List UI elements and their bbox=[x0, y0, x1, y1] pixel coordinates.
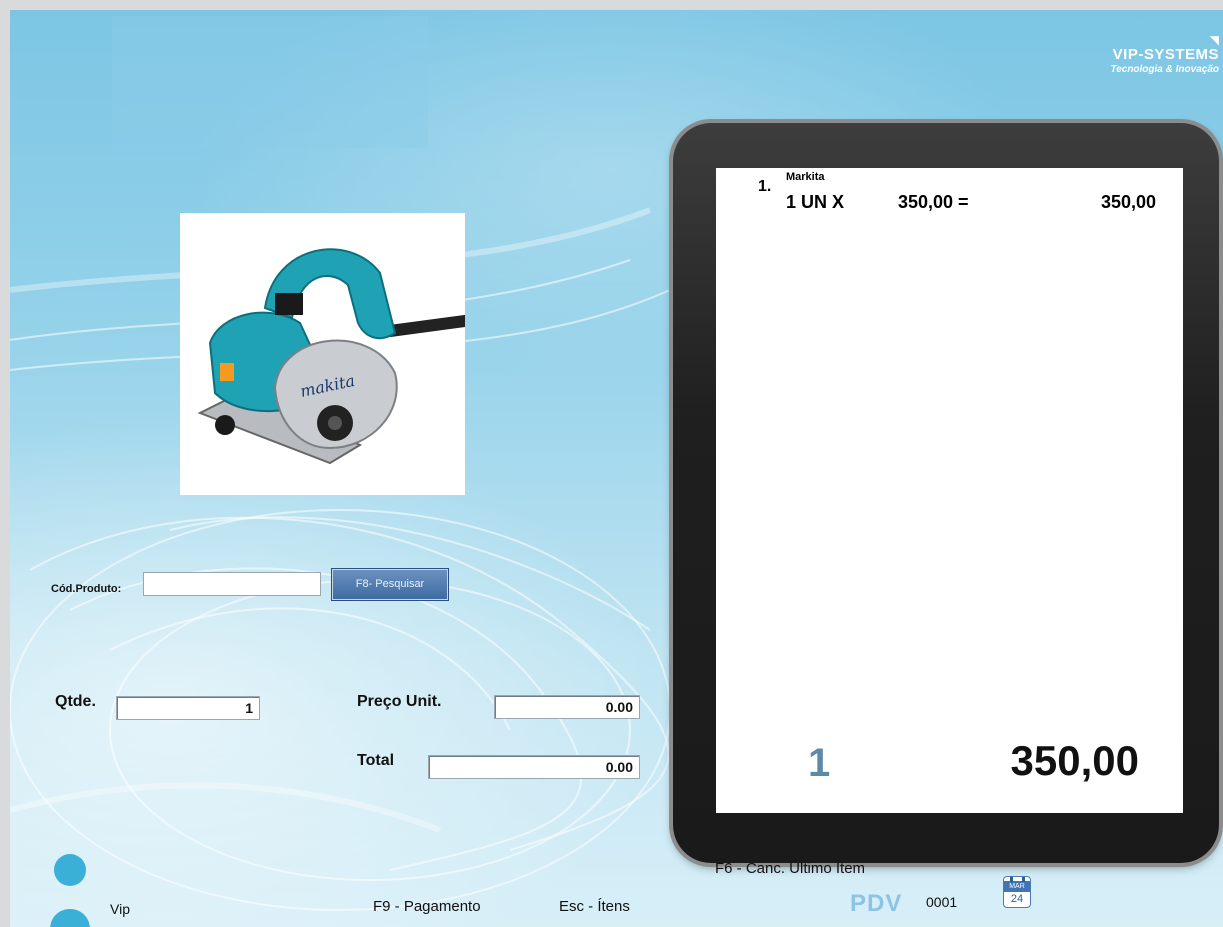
pdv-number: 0001 bbox=[926, 894, 958, 910]
calendar-icon: MAR 24 bbox=[1003, 876, 1031, 908]
user-name: Vip bbox=[110, 901, 130, 917]
total-field[interactable]: 0.00 bbox=[428, 755, 640, 779]
header-panel bbox=[112, 16, 428, 148]
logo-name: VIP-SYSTEMS bbox=[1112, 46, 1219, 63]
logo-tagline: Tecnologia & Inovação bbox=[1110, 64, 1219, 75]
product-code-input[interactable] bbox=[143, 572, 321, 596]
search-button[interactable]: F8- Pesquisar bbox=[331, 568, 449, 601]
item-name: Markita bbox=[786, 171, 825, 183]
quantity-field[interactable]: 1 bbox=[116, 696, 260, 720]
item-number: 1. bbox=[758, 178, 772, 195]
pos-screen: ◥ VIP-SYSTEMS Tecnologia & Inovação maki… bbox=[10, 10, 1223, 927]
calendar-day: 24 bbox=[1010, 893, 1024, 905]
total-label: Total bbox=[357, 752, 395, 769]
receipt-panel: 1. Markita 1 UN X 350,00 = 350,00 1 350,… bbox=[716, 168, 1183, 813]
item-unit-price: 350,00 = bbox=[898, 192, 969, 212]
signal-icon: ◥ bbox=[1209, 33, 1219, 47]
calendar-rings bbox=[1010, 877, 1025, 882]
vip-systems-logo: ◥ VIP-SYSTEMS Tecnologia & Inovação bbox=[1110, 34, 1219, 75]
grand-total: 350,00 bbox=[1010, 737, 1139, 784]
pdv-label: PDV bbox=[850, 890, 903, 917]
receipt-tablet-frame: 1. Markita 1 UN X 350,00 = 350,00 1 350,… bbox=[673, 123, 1219, 863]
product-image: makita bbox=[180, 213, 471, 495]
cancel-last-item-hint: F6 - Canc. Último Ítem bbox=[715, 860, 866, 877]
items-shortcut-hint: Esc - Ítens bbox=[559, 898, 630, 915]
product-code-label: Cód.Produto: bbox=[51, 583, 122, 595]
circular-saw-icon: makita bbox=[197, 248, 471, 465]
calendar-month: MAR bbox=[1004, 881, 1030, 892]
item-line-total: 350,00 bbox=[1100, 192, 1156, 212]
items-count: 1 bbox=[808, 741, 831, 785]
quantity-label: Qtde. bbox=[55, 693, 96, 710]
user-avatar-icon bbox=[50, 854, 90, 927]
unit-price-label: Preço Unit. bbox=[357, 693, 442, 710]
payment-shortcut-hint: F9 - Pagamento bbox=[373, 898, 481, 915]
item-qty: 1 UN X bbox=[786, 192, 845, 212]
unit-price-field[interactable]: 0.00 bbox=[494, 695, 640, 719]
